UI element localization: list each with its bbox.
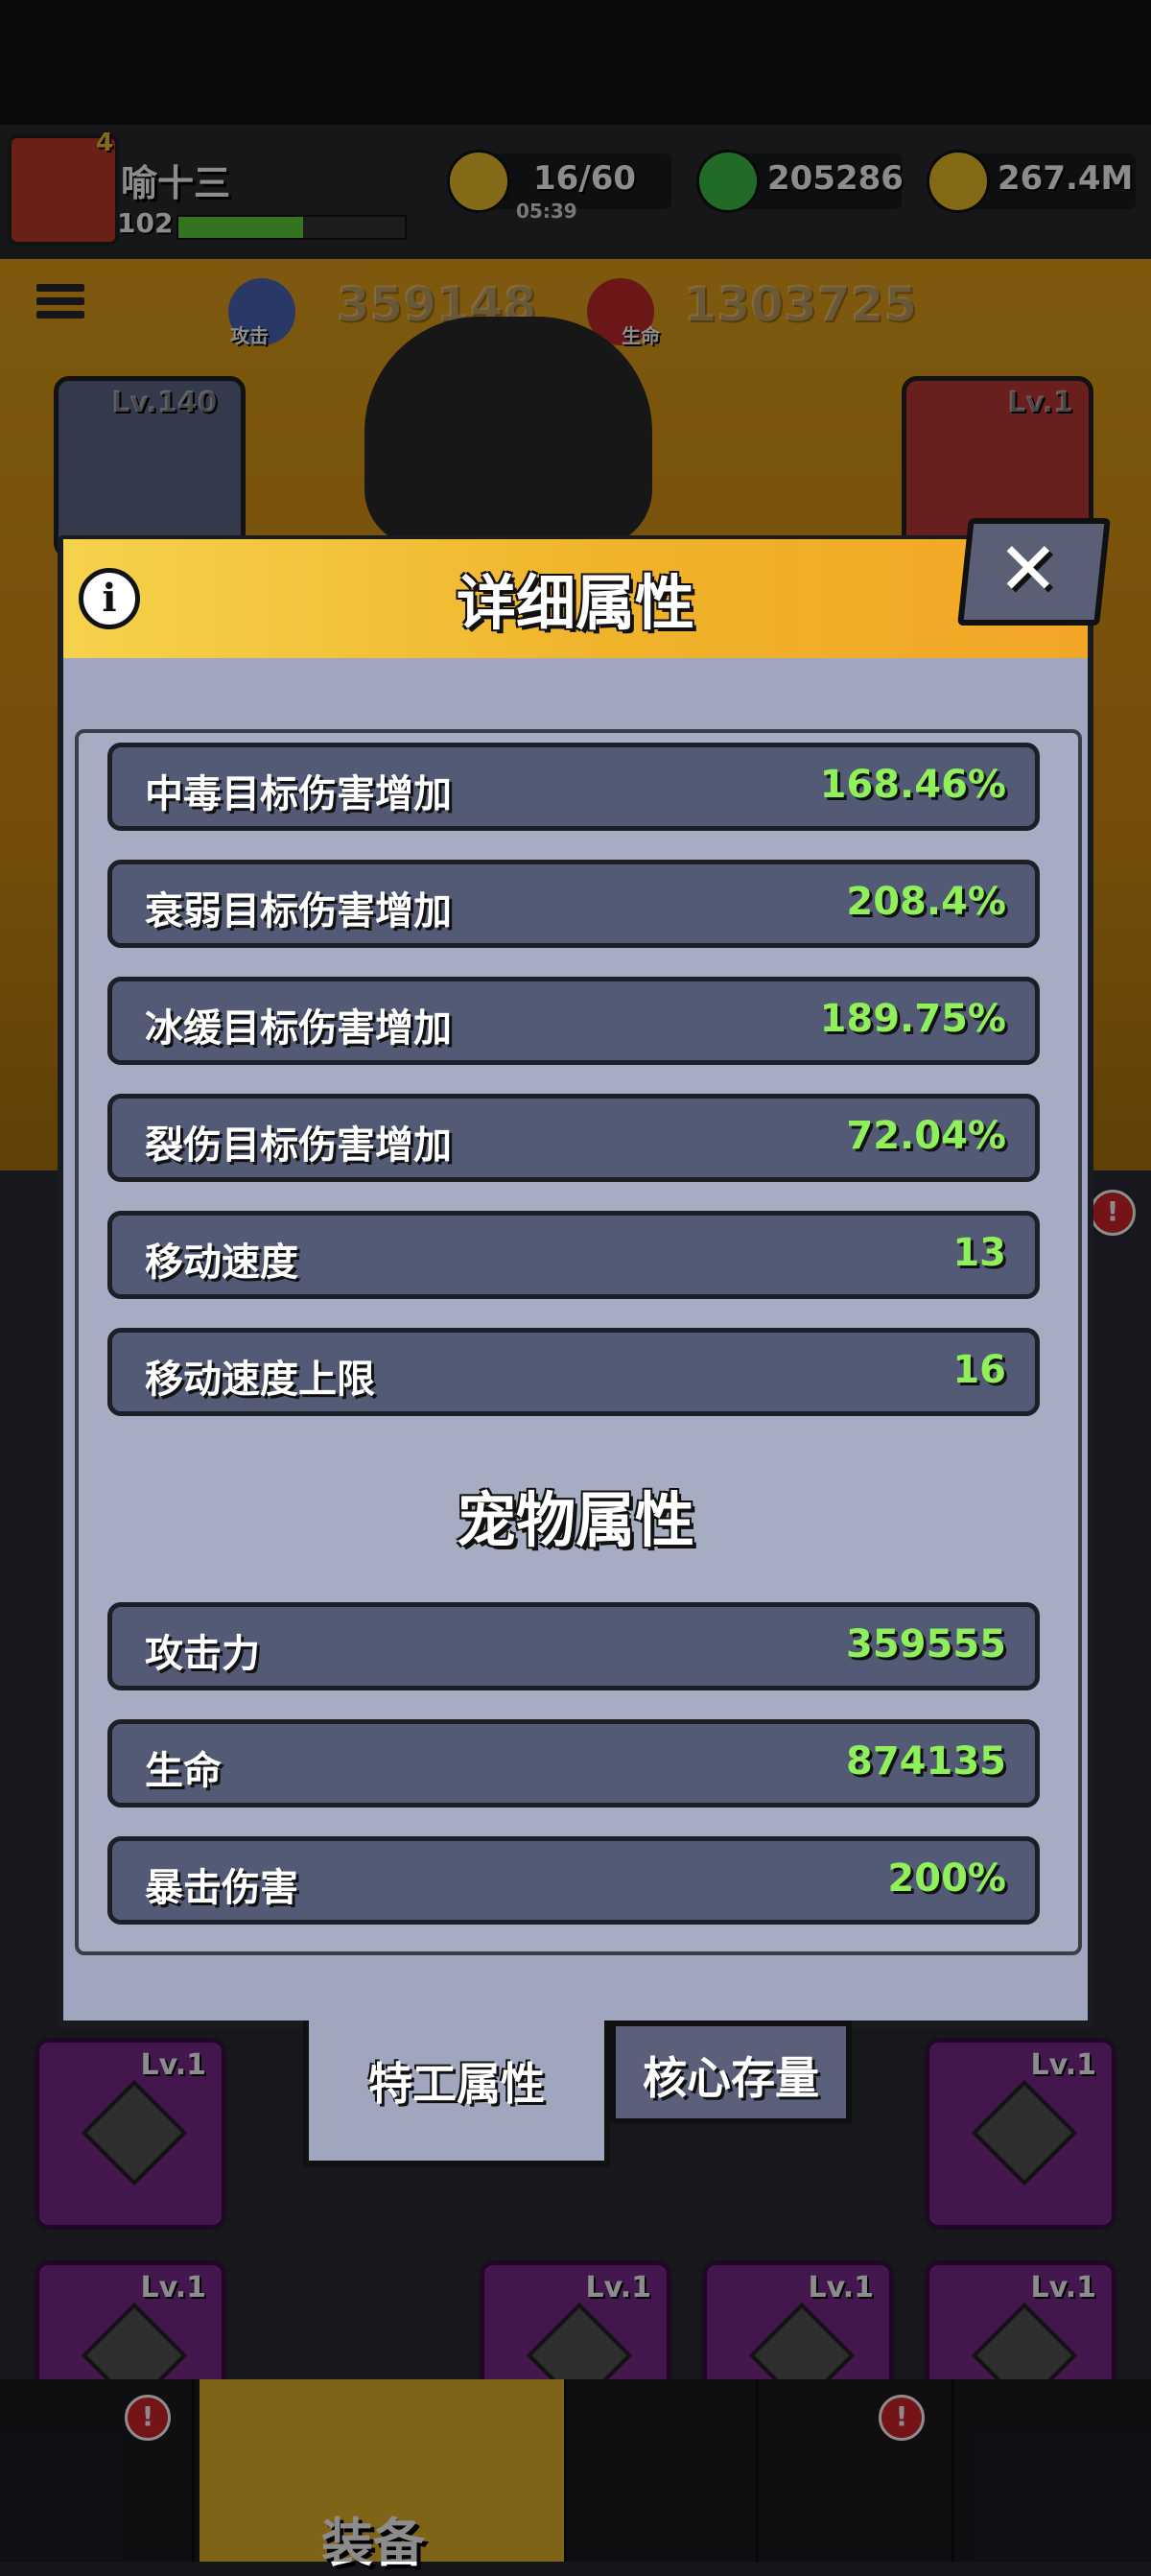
stat-name: 衰弱目标伤害增加 [145, 889, 452, 934]
stat-name: 裂伤目标伤害增加 [145, 1123, 452, 1168]
tab-core-storage[interactable]: 核心存量 [610, 2021, 852, 2124]
stat-name: 移动速度上限 [145, 1358, 375, 1402]
stat-value: 13 [952, 1231, 1006, 1275]
tab-agent-attributes[interactable]: 特工属性 [303, 2021, 610, 2166]
stat-row: 冰缓目标伤害增加 189.75% [107, 977, 1040, 1065]
stat-value: 168.46% [819, 763, 1006, 807]
stat-row: 移动速度上限 16 [107, 1328, 1040, 1416]
stat-value: 72.04% [846, 1114, 1006, 1158]
stat-row: 中毒目标伤害增加 168.46% [107, 743, 1040, 831]
tab-label: 核心存量 [643, 2052, 819, 2104]
pet-stat-row: 攻击力 359555 [107, 1602, 1040, 1690]
stat-value: 16 [952, 1348, 1006, 1392]
stat-value: 208.4% [846, 880, 1006, 924]
pet-section-title: 宠物属性 [456, 1485, 694, 1555]
stat-name: 生命 [145, 1749, 222, 1793]
pet-stat-row: 生命 874135 [107, 1719, 1040, 1808]
stat-name: 暴击伤害 [145, 1866, 298, 1910]
stat-value: 189.75% [819, 997, 1006, 1041]
stat-row: 衰弱目标伤害增加 208.4% [107, 860, 1040, 948]
close-icon[interactable]: ✕ [998, 526, 1059, 611]
stat-name: 移动速度 [145, 1241, 298, 1285]
pet-stat-row: 暴击伤害 200% [107, 1836, 1040, 1925]
stat-name: 攻击力 [145, 1632, 260, 1676]
stat-row: 裂伤目标伤害增加 72.04% [107, 1094, 1040, 1182]
stat-value: 200% [887, 1856, 1006, 1901]
stat-value: 874135 [846, 1739, 1006, 1784]
stat-value: 359555 [846, 1622, 1006, 1666]
stat-name: 冰缓目标伤害增加 [145, 1006, 452, 1051]
stat-row: 移动速度 13 [107, 1211, 1040, 1299]
tab-label: 特工属性 [368, 2058, 545, 2110]
stat-name: 中毒目标伤害增加 [145, 772, 452, 816]
